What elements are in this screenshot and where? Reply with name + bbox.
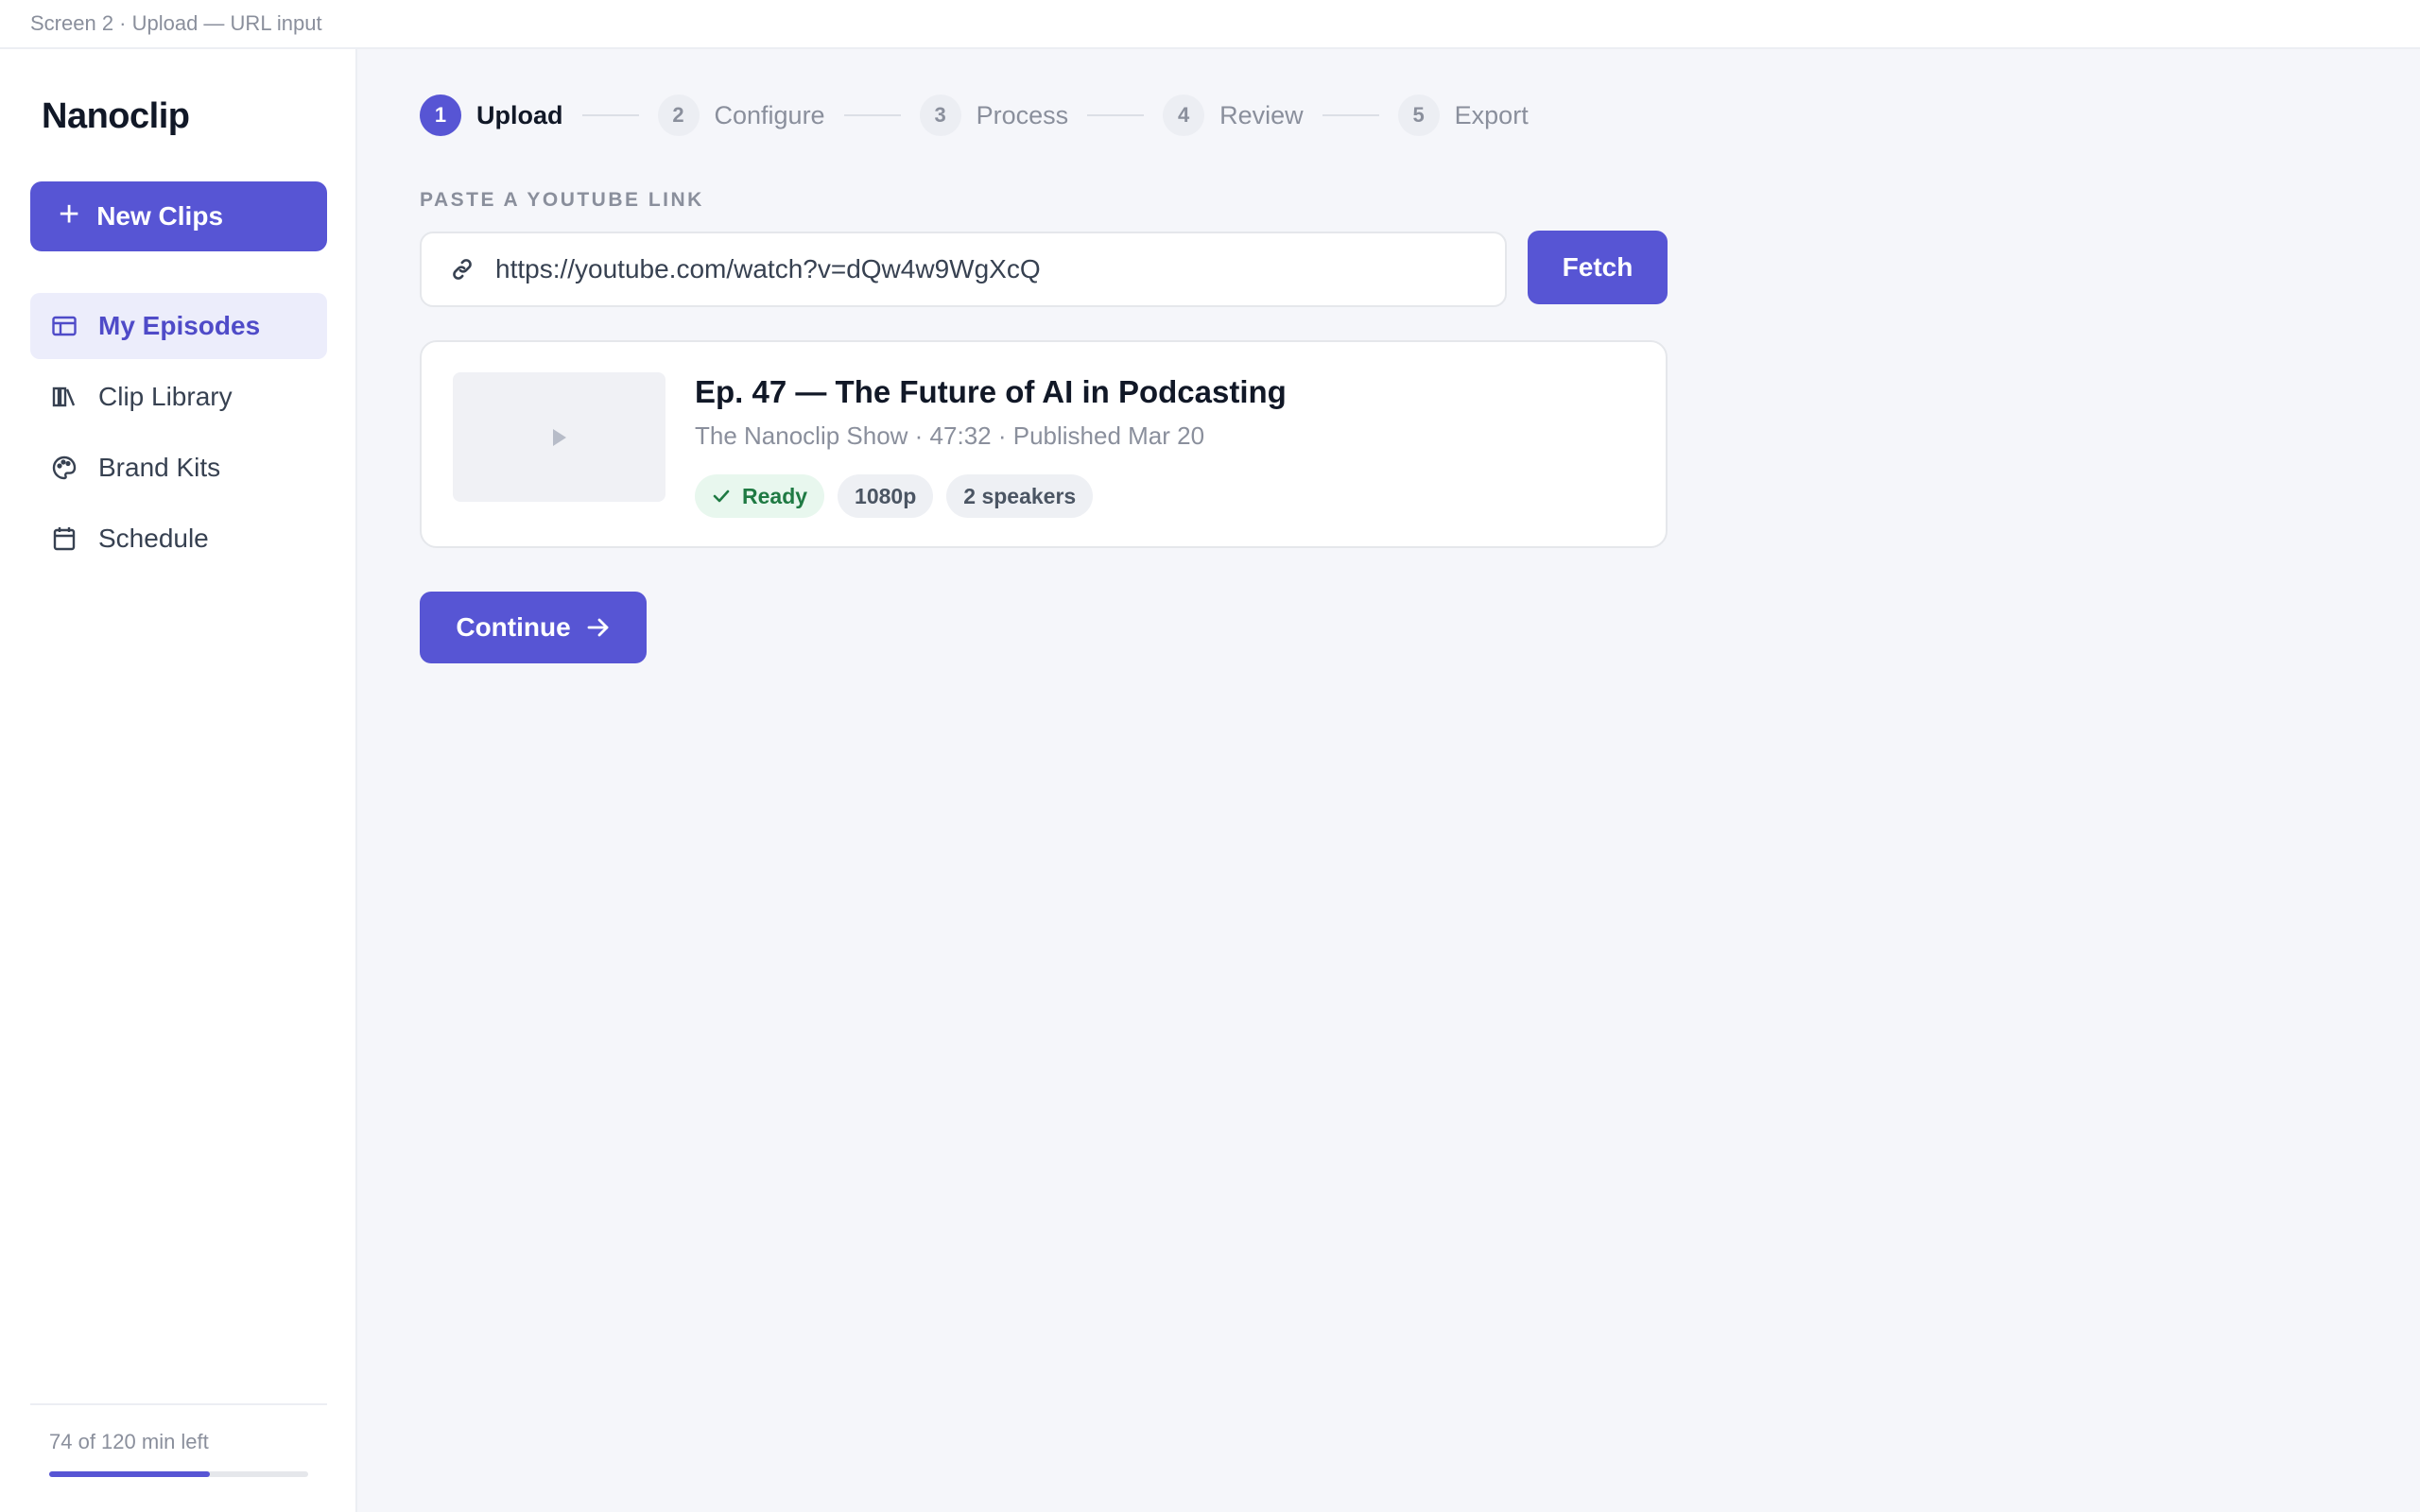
step-configure[interactable]: 2 Configure (657, 94, 825, 136)
sidebar-nav: My Episodes Clip Library Brand Kits Sche… (30, 293, 327, 576)
step-label: Export (1454, 100, 1529, 129)
step-number: 1 (420, 94, 461, 136)
new-clips-button[interactable]: + New Clips (30, 181, 327, 251)
sidebar-item-label: Clip Library (98, 382, 233, 411)
status-badge-label: Ready (742, 483, 808, 508)
episode-title: Ep. 47 — The Future of AI in Podcasting (695, 374, 1287, 409)
episode-badges: Ready 1080p 2 speakers (695, 474, 1106, 518)
link-icon (450, 256, 476, 283)
sidebar-item-my-episodes[interactable]: My Episodes (30, 293, 327, 359)
sidebar-item-label: Brand Kits (98, 453, 221, 482)
youtube-url-field[interactable] (420, 232, 1507, 307)
step-connector (581, 114, 639, 116)
sidebar-item-label: Schedule (98, 524, 209, 553)
new-clips-label: New Clips (96, 201, 224, 231)
progress-stepper: 1 Upload 2 Configure 3 Process 4 Review … (420, 94, 1529, 136)
url-field-label: PASTE A YOUTUBE LINK (420, 189, 704, 211)
quota-progress-bar (49, 1471, 308, 1477)
episode-thumbnail[interactable] (453, 372, 666, 502)
youtube-url-input[interactable] (495, 254, 1478, 284)
step-label: Review (1219, 100, 1304, 129)
sidebar-item-label: My Episodes (98, 311, 261, 340)
step-label: Process (976, 100, 1069, 129)
check-icon (712, 489, 731, 504)
sidebar-item-brand-kits[interactable]: Brand Kits (30, 435, 327, 501)
palette-icon (51, 455, 78, 481)
episode-preview-card: Ep. 47 — The Future of AI in Podcasting … (420, 340, 1668, 548)
quota-text: 74 of 120 min left (49, 1430, 209, 1453)
step-connector (1322, 114, 1379, 116)
step-number: 3 (919, 94, 961, 136)
fetch-button[interactable]: Fetch (1528, 231, 1668, 304)
step-connector (1087, 114, 1145, 116)
app-logo: Nanoclip (42, 96, 190, 136)
step-number: 4 (1163, 94, 1205, 136)
arrow-right-icon (587, 618, 609, 637)
table-icon (51, 313, 78, 339)
minutes-quota: 74 of 120 min left (30, 1403, 327, 1477)
step-process[interactable]: 3 Process (919, 94, 1069, 136)
play-icon (552, 428, 566, 446)
library-icon (51, 384, 78, 410)
sidebar-item-clip-library[interactable]: Clip Library (30, 364, 327, 430)
step-upload[interactable]: 1 Upload (420, 94, 563, 136)
sidebar: Nanoclip + New Clips My Episodes Clip Li… (0, 49, 357, 1512)
continue-label: Continue (456, 612, 571, 642)
step-label: Configure (714, 100, 825, 129)
episode-meta: The Nanoclip Show · 47:32 · Published Ma… (695, 421, 1205, 450)
sidebar-item-schedule[interactable]: Schedule (30, 506, 327, 572)
status-badge: Ready (695, 474, 825, 518)
step-review[interactable]: 4 Review (1163, 94, 1304, 136)
step-number: 2 (657, 94, 700, 136)
step-label: Upload (476, 100, 563, 129)
quota-progress-fill (49, 1471, 210, 1477)
screen-label: Screen 2 · Upload — URL input (30, 11, 322, 35)
plus-icon: + (59, 195, 80, 234)
speakers-badge: 2 speakers (946, 474, 1094, 518)
step-number: 5 (1397, 94, 1440, 136)
step-export[interactable]: 5 Export (1397, 94, 1529, 136)
calendar-icon (51, 525, 78, 552)
screen-label-bar: Screen 2 · Upload — URL input (0, 0, 2420, 49)
resolution-badge: 1080p (838, 474, 934, 518)
continue-button[interactable]: Continue (420, 592, 647, 663)
step-connector (843, 114, 901, 116)
